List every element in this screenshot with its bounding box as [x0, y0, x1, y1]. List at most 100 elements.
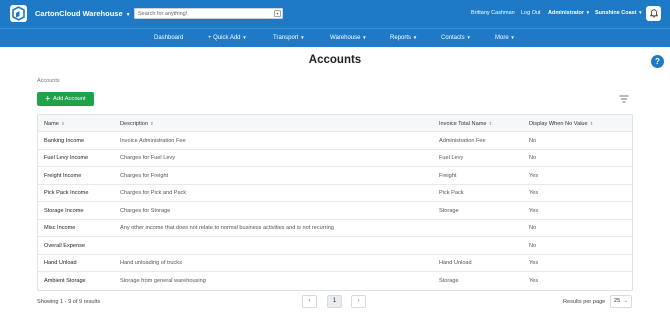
nav-contacts-label: Contacts [441, 35, 465, 41]
carton-cloud-logo-icon[interactable] [10, 5, 27, 22]
cell-display: Yes [529, 190, 539, 196]
cell-description: Hand unloading of trucks [120, 260, 182, 266]
nav-reports-label: Reports [390, 35, 412, 41]
role-dropdown[interactable]: Administrator ▼ [548, 10, 590, 16]
column-label: Invoice Total Name [439, 120, 487, 127]
cell-name: Banking Income [44, 137, 85, 144]
nav-more-label: More [495, 35, 509, 41]
cell-name: Overall Expense [44, 242, 86, 249]
bell-icon[interactable] [646, 6, 661, 21]
column-label: Name [44, 120, 59, 127]
app-switcher[interactable]: CartonCloud Warehouse ▼ [35, 9, 131, 18]
role-label: Administrator [548, 10, 585, 16]
nav-reports[interactable]: Reports ▼ [390, 35, 417, 41]
chevron-down-icon: ▼ [362, 35, 367, 40]
search-dropdown-icon[interactable]: ▾ [274, 10, 281, 17]
results-per-page-select[interactable]: 25 ⌄ [610, 295, 632, 308]
cell-invoice-total: Freight [439, 172, 457, 179]
cell-name: Ambient Storage [44, 277, 86, 284]
column-label: Display When No Value [529, 120, 588, 127]
nav-more[interactable]: More ▼ [495, 35, 515, 41]
nav-dashboard[interactable]: Dashboard [154, 35, 183, 41]
chevron-down-icon: ▼ [585, 10, 591, 15]
cell-name: Fuel Levy Income [44, 155, 89, 161]
breadcrumb[interactable]: Accounts [37, 78, 60, 84]
table-row[interactable]: Freight Income Charges for Freight Freight… [38, 167, 632, 185]
page-1-button[interactable]: 1 [327, 295, 342, 308]
add-account-button[interactable]: + Add Account [37, 92, 94, 106]
column-name-header[interactable]: Name ⇕ [44, 121, 65, 127]
column-display-header[interactable]: Display When No Value ⇕ [529, 121, 593, 127]
cell-description: Charges for Pick and Pack [120, 190, 187, 196]
prev-page-button[interactable]: ‹ [302, 295, 317, 308]
column-invoice-total-header[interactable]: Invoice Total Name ⇕ [439, 121, 492, 127]
chevron-down-icon: ▼ [300, 35, 305, 40]
cell-invoice-total: Administration Fee [439, 137, 486, 144]
cell-invoice-total: Hand Unload [439, 260, 472, 266]
global-search: ▾ [134, 8, 283, 19]
column-label: Description [120, 120, 148, 127]
table-row[interactable]: Storage Income Charges for Storage Storage… [38, 202, 632, 220]
chevron-down-icon: ▼ [125, 12, 131, 18]
accounts-table: Name ⇕ Description ⇕ Invoice Total Name ⇕ D… [37, 114, 633, 291]
sort-icon: ⇕ [589, 120, 594, 126]
chevron-down-icon: ▼ [638, 10, 643, 15]
cell-name: Storage Income [44, 207, 84, 214]
cell-description: Invoice Administration Fee [120, 137, 186, 144]
top-bar: CartonCloud Warehouse▼ ▾ Brittany Cashma… [0, 0, 670, 28]
cell-name: Freight Income [44, 172, 82, 179]
chevron-down-icon: ⌄ [623, 298, 628, 304]
cell-display: Yes [529, 172, 539, 179]
table-row[interactable]: Fuel Levy Income Charges for Fuel Levy Fue… [38, 150, 632, 167]
cell-description: Any other income that does not relate to… [120, 225, 334, 231]
search-input[interactable] [135, 9, 271, 18]
chevron-down-icon: ▼ [412, 35, 418, 40]
help-icon[interactable]: ? [651, 55, 664, 68]
cell-description: Storage from general warehousing [120, 277, 206, 284]
results-summary: Showing 1 - 9 of 9 results [37, 299, 101, 305]
cell-display: Yes [529, 260, 539, 266]
cell-name: Misc Income [44, 225, 76, 231]
table-row[interactable]: Hand Unload Hand unloading of trucks Hand … [38, 255, 632, 272]
main-nav: Dashboard + Quick Add ▼ Transport ▼ Ware… [0, 28, 670, 47]
results-per-page-value: 25 [614, 298, 621, 304]
nav-warehouse-label: Warehouse [330, 35, 361, 41]
cell-invoice-total: Storage [439, 207, 459, 214]
cell-name: Hand Unload [44, 260, 77, 266]
nav-transport[interactable]: Transport ▼ [273, 35, 305, 41]
sort-icon: ⇕ [488, 120, 493, 126]
filter-lines-icon[interactable] [619, 95, 629, 103]
sort-icon: ⇕ [149, 120, 154, 126]
cell-invoice-total: Pick Pack [439, 190, 464, 196]
table-header: Name ⇕ Description ⇕ Invoice Total Name ⇕ D… [38, 115, 632, 132]
table-row[interactable]: Pick Pack Income Charges for Pick and Pac… [38, 185, 632, 202]
cell-name: Pick Pack Income [44, 190, 89, 196]
nav-warehouse[interactable]: Warehouse ▼ [330, 35, 367, 41]
sort-icon: ⇕ [60, 120, 65, 126]
cell-display: No [529, 225, 537, 231]
nav-contacts[interactable]: Contacts ▼ [441, 35, 471, 41]
location-dropdown[interactable]: Sunshine Coast ▼ [595, 10, 643, 16]
table-row[interactable]: Ambient Storage Storage from general ware… [38, 272, 632, 290]
cell-description: Charges for Freight [120, 172, 169, 179]
cell-description: Charges for Fuel Levy [120, 155, 176, 161]
table-row[interactable]: Banking Income Invoice Administration Fee… [38, 132, 632, 150]
user-name[interactable]: Brittany Cashman [471, 10, 515, 16]
next-page-button[interactable]: › [351, 295, 366, 308]
nav-transport-label: Transport [273, 35, 299, 41]
table-row[interactable]: Misc Income Any other income that does no… [38, 220, 632, 237]
table-row[interactable]: Overall Expense No [38, 237, 632, 255]
cell-description: Charges for Storage [120, 207, 171, 214]
plus-icon: + [45, 94, 51, 103]
results-per-page-label: Results per page [563, 299, 606, 305]
location-label: Sunshine Coast [595, 10, 637, 16]
column-description-header[interactable]: Description ⇕ [120, 121, 154, 127]
nav-quick-add[interactable]: + Quick Add ▼ [208, 35, 247, 41]
table-body: Banking Income Invoice Administration Fee… [38, 132, 632, 290]
logout-link[interactable]: Log Out [521, 10, 541, 16]
cell-invoice-total: Fuel Levy [439, 155, 464, 161]
cell-invoice-total: Storage [439, 277, 459, 284]
cell-display: No [529, 137, 537, 144]
chevron-down-icon: ▼ [510, 35, 515, 40]
chevron-down-icon: ▼ [466, 35, 471, 40]
